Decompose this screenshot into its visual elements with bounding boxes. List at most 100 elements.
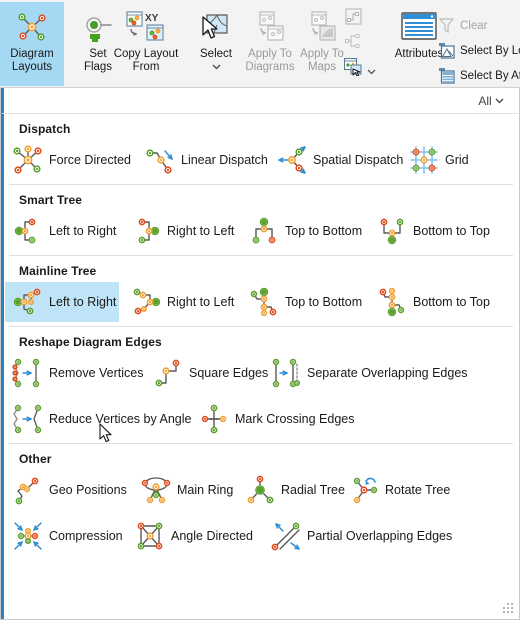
ribbon-small-select-by-attributes[interactable]: Select By At <box>438 67 520 84</box>
gallery-item-label: Grid <box>445 153 469 167</box>
ribbon-small-label: Select By At <box>460 69 520 82</box>
square-edges-mini-icon <box>345 8 362 30</box>
gallery-item-label: Main Ring <box>177 483 234 497</box>
gallery-section: Dispatch Force Directed Linear Dispatch Spa… <box>1 114 519 184</box>
select-by-attributes-icon <box>438 67 455 84</box>
gallery-item-label: Bottom to Top <box>413 295 490 309</box>
smart-tree-top-to-bottom-icon <box>247 214 281 248</box>
gallery-item-radial-tree[interactable]: Radial Tree <box>237 470 353 510</box>
ribbon-small-label: Clear <box>460 19 488 32</box>
smart-tree-left-to-right-icon <box>11 214 45 248</box>
mainline-tree-top-to-bottom-icon <box>247 285 281 319</box>
spatial-dispatch-icon <box>275 143 309 177</box>
gallery-item-separate-overlapping-edges[interactable]: Separate Overlapping Edges <box>263 353 468 393</box>
chevron-down-icon <box>495 98 504 104</box>
gallery-item-smart-tree-bottom-to-top[interactable]: Bottom to Top <box>369 211 497 251</box>
linear-dispatch-icon <box>143 143 177 177</box>
gallery-item-smart-tree-left-to-right[interactable]: Left to Right <box>5 211 123 251</box>
gallery-item-label: Partial Overlapping Edges <box>307 529 453 543</box>
gallery-filter-bar: All <box>2 88 518 114</box>
gallery-item-label: Spatial Dispatch <box>313 153 404 167</box>
filter-all-label: All <box>478 93 492 108</box>
resize-grip[interactable] <box>503 603 514 614</box>
section-title: Mainline Tree <box>19 264 97 278</box>
clear-selection-icon <box>438 17 455 34</box>
gallery-item-label: Remove Vertices <box>49 366 144 380</box>
gallery-item-rotate-tree[interactable]: Rotate Tree <box>341 470 459 510</box>
geo-positions-icon <box>11 473 45 507</box>
gallery-section: Other Geo Positions Main Ring Radial Tree Ro… <box>1 444 519 560</box>
gallery-item-main-ring[interactable]: Main Ring <box>133 470 245 510</box>
gallery-item-label: Rotate Tree <box>385 483 451 497</box>
gallery-item-label: Top to Bottom <box>285 224 363 238</box>
gallery-item-label: Reduce Vertices by Angle <box>49 412 192 426</box>
ribbon-small-select-by-location[interactable]: Select By Lo <box>438 42 520 59</box>
gallery-item-label: Geo Positions <box>49 483 127 497</box>
gallery-item-smart-tree-right-to-left[interactable]: Right to Left <box>123 211 241 251</box>
gallery-item-label: Force Directed <box>49 153 131 167</box>
tree-layout-mini-icon <box>345 33 362 55</box>
reduce-vertices-by-angle-icon <box>11 402 45 436</box>
compression-icon <box>11 519 45 553</box>
gallery-item-remove-vertices[interactable]: Remove Vertices <box>5 353 145 393</box>
ribbon-button-label: Copy Layout <box>113 48 179 60</box>
ribbon-button-copy-layout-from[interactable]: XY Copy Layout From <box>108 2 184 86</box>
diagram-layouts-icon <box>0 6 64 48</box>
gallery-item-label: Compression <box>49 529 123 543</box>
gallery-item-label: Right to Left <box>167 224 235 238</box>
gallery-item-angle-directed[interactable]: Angle Directed <box>127 516 263 556</box>
ribbon-button-label-line2: Layouts <box>11 61 53 73</box>
gallery-item-mainline-tree-left-to-right[interactable]: Left to Right <box>5 282 119 322</box>
svg-text:XY: XY <box>145 13 159 24</box>
section-title: Smart Tree <box>19 193 83 207</box>
gallery-item-grid[interactable]: Grid <box>401 140 479 180</box>
gallery-item-partial-overlapping-edges[interactable]: Partial Overlapping Edges <box>263 516 455 556</box>
gallery-item-compression[interactable]: Compression <box>5 516 131 556</box>
radial-tree-icon <box>243 473 277 507</box>
gallery-item-label: Radial Tree <box>281 483 345 497</box>
partial-overlapping-edges-icon <box>269 519 303 553</box>
gallery-item-linear-dispatch[interactable]: Linear Dispatch <box>137 140 269 180</box>
gallery-item-label: Separate Overlapping Edges <box>307 366 468 380</box>
chevron-down-icon[interactable] <box>367 62 376 80</box>
gallery-item-mainline-tree-right-to-left[interactable]: Right to Left <box>123 282 241 322</box>
gallery-item-geo-positions[interactable]: Geo Positions <box>5 470 133 510</box>
smart-tree-bottom-to-top-icon <box>375 214 409 248</box>
gallery-section: Smart Tree Left to Right Right to Left Top … <box>1 185 519 255</box>
gallery-item-label: Square Edges <box>189 366 269 380</box>
gallery-item-label: Top to Bottom <box>285 295 363 309</box>
ribbon-small-label: Select By Lo <box>460 44 520 57</box>
section-title: Dispatch <box>19 122 71 136</box>
gallery-item-reduce-vertices-by-angle[interactable]: Reduce Vertices by Angle <box>5 399 191 439</box>
diagram-layouts-gallery-panel: All Dispatch Force Directed Linear Dispatc… <box>0 88 520 620</box>
square-edges-icon <box>151 356 185 390</box>
copy-layout-from-icon: XY <box>108 6 184 48</box>
gallery-item-label: Bottom to Top <box>413 224 490 238</box>
ribbon-button-label: Diagram <box>10 48 54 60</box>
gallery-section: Mainline Tree Left to Right Right to Left T… <box>1 256 519 326</box>
mouse-cursor <box>99 423 115 445</box>
gallery-section: Reshape Diagram Edges Remove Vertices Squa… <box>1 327 519 443</box>
select-related-mini-icon[interactable] <box>343 57 362 81</box>
gallery-item-force-directed[interactable]: Force Directed <box>5 140 137 180</box>
select-by-location-icon <box>438 42 455 59</box>
gallery-item-mainline-tree-bottom-to-top[interactable]: Bottom to Top <box>369 282 497 322</box>
ribbon-toolbar: Diagram Layouts Set Flags XY Copy Layout From S… <box>0 0 520 88</box>
ribbon-button-diagram-layouts[interactable]: Diagram Layouts <box>0 2 64 86</box>
gallery-item-mark-crossing-edges[interactable]: Mark Crossing Edges <box>191 399 359 439</box>
mark-crossing-edges-icon <box>197 402 231 436</box>
mainline-tree-right-to-left-icon <box>129 285 163 319</box>
smart-tree-right-to-left-icon <box>129 214 163 248</box>
gallery-item-smart-tree-top-to-bottom[interactable]: Top to Bottom <box>241 211 369 251</box>
ribbon-button-label-line2: From <box>132 61 160 73</box>
gallery-item-spatial-dispatch[interactable]: Spatial Dispatch <box>269 140 405 180</box>
gallery-item-mainline-tree-top-to-bottom[interactable]: Top to Bottom <box>241 282 369 322</box>
filter-all-dropdown[interactable]: All <box>478 94 504 108</box>
section-title: Reshape Diagram Edges <box>19 335 162 349</box>
gallery-item-square-edges[interactable]: Square Edges <box>145 353 269 393</box>
mainline-tree-bottom-to-top-icon <box>375 285 409 319</box>
ribbon-small-clear-selection: Clear <box>438 17 487 34</box>
gallery-item-label: Left to Right <box>49 224 117 238</box>
mainline-tree-left-to-right-icon <box>11 285 45 319</box>
separate-overlapping-edges-icon <box>269 356 303 390</box>
